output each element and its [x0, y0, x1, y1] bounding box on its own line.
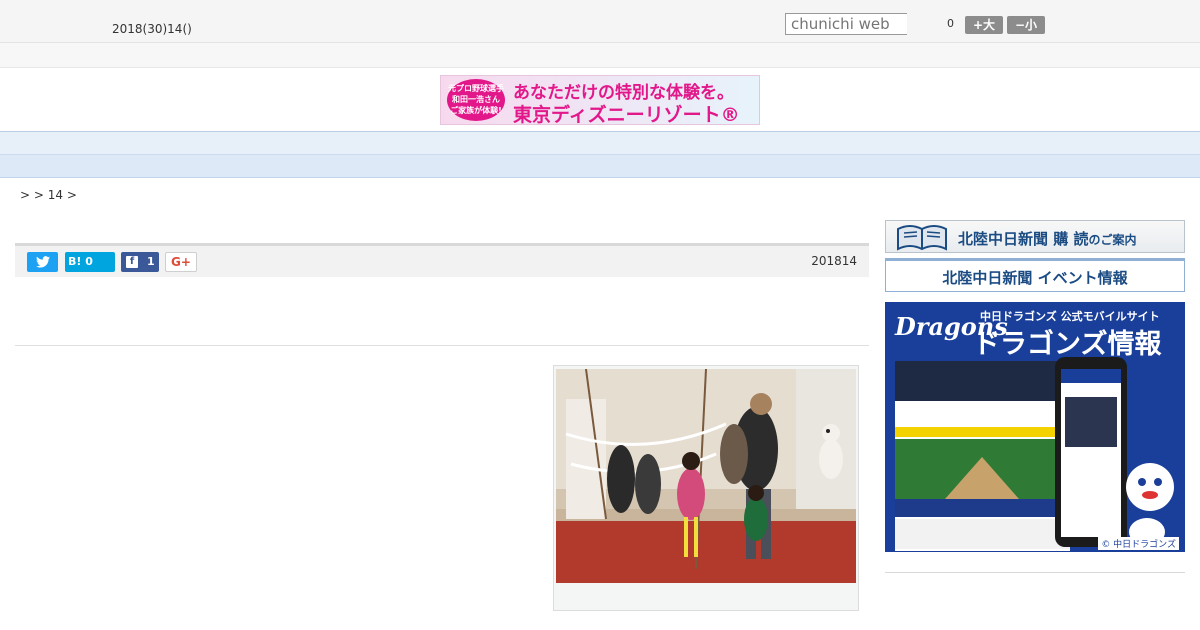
sidebar-divider: [885, 572, 1185, 573]
twitter-bird-icon: [35, 256, 50, 268]
dragons-copyright: © 中日ドラゴンズ: [1098, 537, 1179, 550]
twitter-share-button[interactable]: [27, 252, 58, 272]
font-larger-button[interactable]: +大: [965, 16, 1003, 34]
publish-date: 201814: [811, 254, 857, 268]
baseball-scoreboard-illustration: [895, 357, 1174, 551]
subscription-banner[interactable]: 北陸中日新聞 購 読のご案内: [885, 220, 1185, 253]
dragons-banner-title: ドラゴンズ情報: [973, 329, 1162, 360]
dragons-mobile-site-banner[interactable]: Dragons 中日ドラゴンズ 公式モバイルサイト ドラゴンズ情報 © 中日ドラ…: [885, 302, 1185, 552]
disney-resort-banner-ad[interactable]: 元プロ野球選手 和田一浩さん ご家族が体験! あなただけの特別な体験を。 東京デ…: [440, 75, 760, 125]
event-info-label: 北陸中日新聞 イベント情報: [942, 269, 1128, 287]
breadcrumb[interactable]: > > 14 >: [20, 188, 77, 202]
font-size-counter: 0: [947, 17, 954, 30]
hatena-icon: B!: [68, 255, 82, 268]
google-plus-share-button[interactable]: G+: [165, 252, 197, 272]
share-bar: B! 0 f 1 G+ 201814: [15, 243, 869, 277]
current-date: 2018(30)14(): [112, 22, 192, 36]
facebook-count: 1: [147, 255, 155, 268]
ad-badge: 元プロ野球選手 和田一浩さん ご家族が体験!: [447, 79, 505, 121]
article-divider: [15, 345, 869, 346]
article-photo[interactable]: [556, 369, 856, 583]
newspaper-book-icon: [897, 225, 947, 251]
article-photo-frame: [553, 365, 859, 611]
family-tanabata-photo-illustration: [556, 369, 856, 583]
hatena-bookmark-button[interactable]: B! 0: [65, 252, 115, 272]
top-utility-bar: 2018(30)14() 0 +大 −小: [0, 0, 1200, 43]
facebook-icon: f: [126, 256, 138, 268]
sub-nav: [0, 155, 1200, 178]
subscription-label: 北陸中日新聞 購 読のご案内: [958, 230, 1137, 248]
subscription-suffix: のご案内: [1088, 233, 1137, 247]
global-nav: [0, 131, 1200, 155]
font-smaller-button[interactable]: −小: [1007, 16, 1045, 34]
event-info-banner[interactable]: 北陸中日新聞 イベント情報: [885, 258, 1185, 292]
facebook-share-button[interactable]: f 1: [121, 252, 159, 272]
search-input[interactable]: [785, 13, 907, 35]
ad-brand: 東京ディズニーリゾート®: [513, 104, 740, 125]
hatena-count: 0: [85, 255, 93, 268]
header-strip: [0, 43, 1200, 68]
